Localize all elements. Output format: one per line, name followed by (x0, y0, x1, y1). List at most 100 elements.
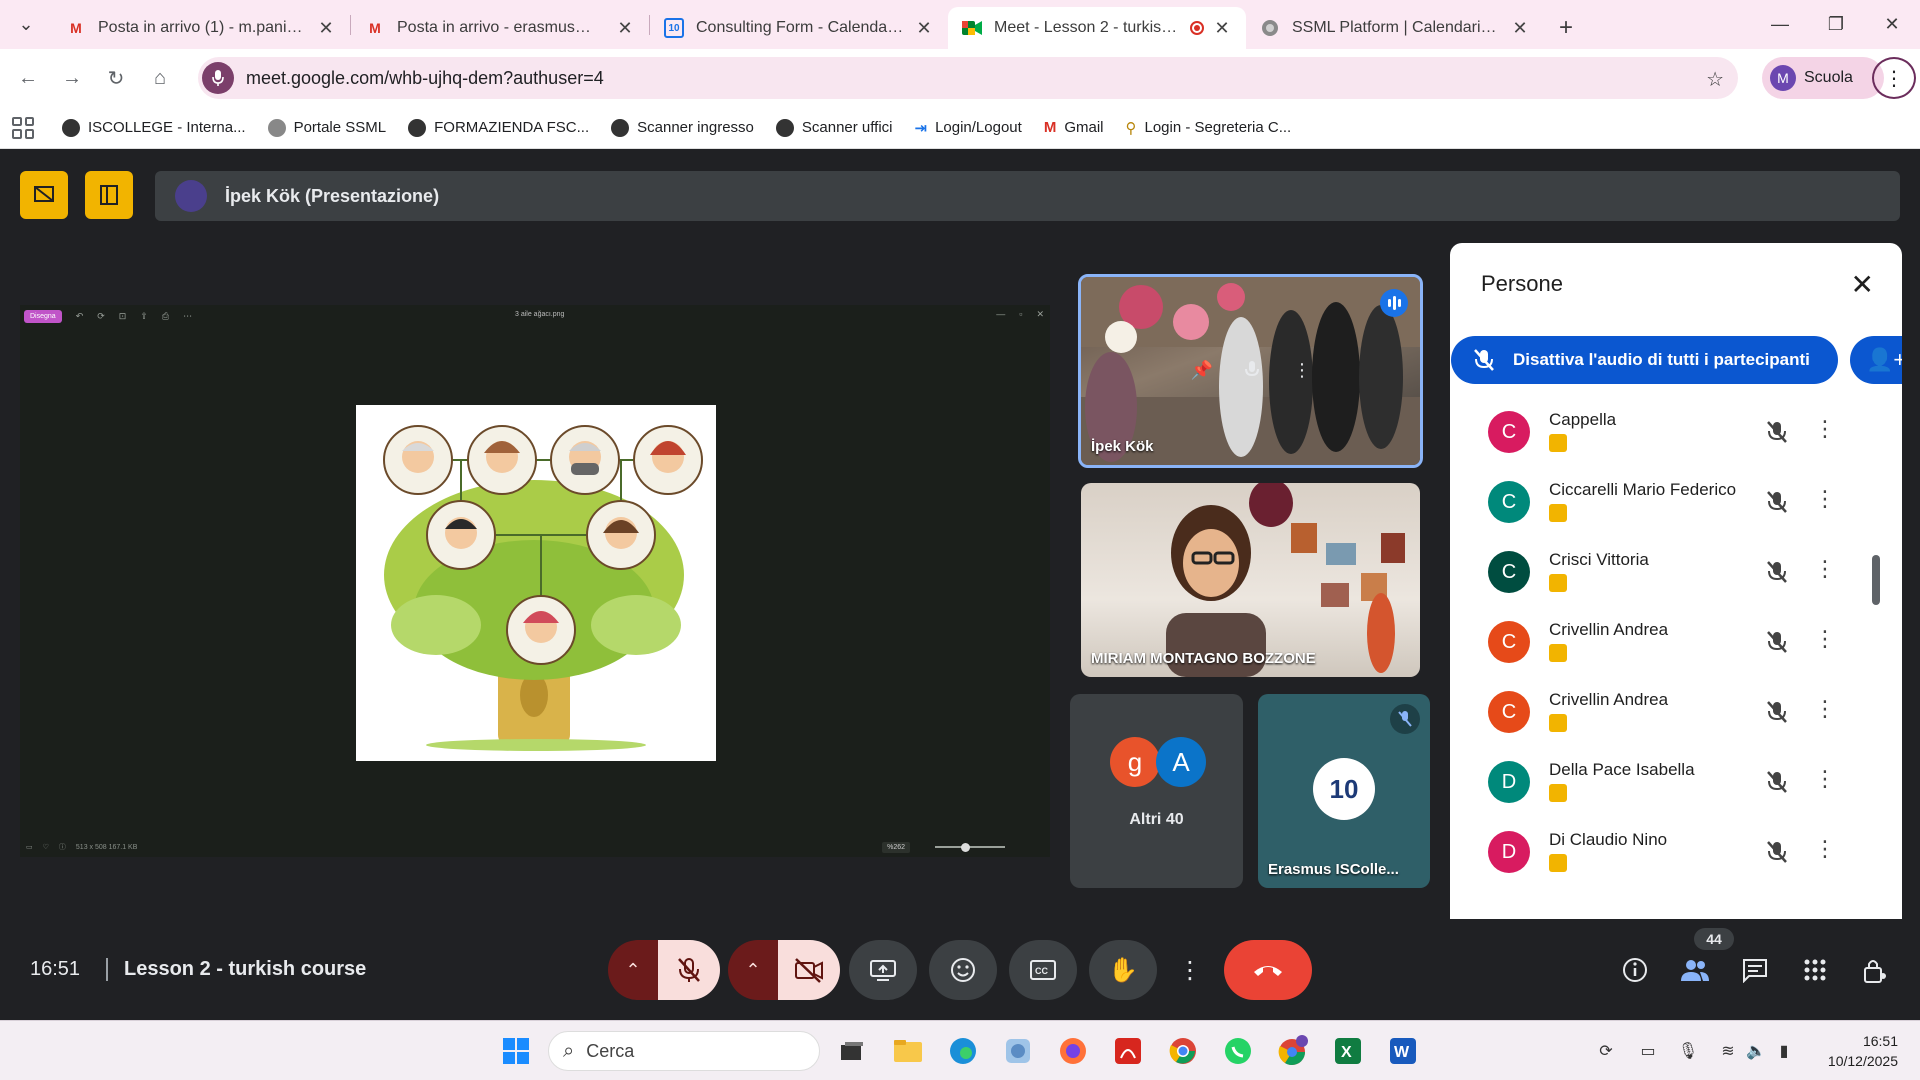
tab-ssml[interactable]: SSML Platform | Calendario Lezioni ✕ (1246, 7, 1544, 49)
battery-icon[interactable]: ▮ (1772, 1039, 1796, 1063)
activities-button[interactable] (1795, 950, 1835, 990)
camera-toggle-button[interactable] (778, 940, 840, 1000)
bookmark-item[interactable]: M Gmail (1044, 119, 1104, 136)
restore-icon[interactable]: ❐ (1808, 0, 1864, 49)
audio-options-button[interactable]: ⌃ (608, 940, 658, 1000)
excel-icon[interactable]: X (1330, 1033, 1366, 1069)
minimize-icon[interactable]: — (1752, 0, 1808, 49)
close-icon[interactable]: ✕ (1510, 18, 1530, 39)
bookmark-item[interactable]: ISCOLLEGE - Interna... (62, 118, 246, 137)
reload-button[interactable]: ↻ (94, 58, 138, 98)
list-item[interactable]: C Crisci Vittoria ⋮ (1450, 538, 1870, 608)
whatsapp-icon[interactable] (1220, 1033, 1256, 1069)
mic-off-icon[interactable] (1763, 418, 1791, 446)
system-clock[interactable]: 16:51 10/12/2025 (1828, 1031, 1898, 1071)
layout-button[interactable] (85, 171, 133, 219)
more-options-icon[interactable]: ⋮ (1814, 696, 1836, 722)
file-explorer-icon[interactable] (890, 1033, 926, 1069)
close-icon[interactable]: ✕ (316, 18, 336, 39)
word-icon[interactable]: W (1385, 1033, 1421, 1069)
bookmark-item[interactable]: Scanner ingresso (611, 118, 754, 137)
people-button[interactable] (1675, 950, 1715, 990)
scrollbar-thumb[interactable] (1872, 555, 1880, 605)
microphone-toggle-button[interactable] (658, 940, 720, 1000)
task-view-icon[interactable] (834, 1033, 870, 1069)
bookmark-item[interactable]: ⇥ Login/Logout (914, 119, 1021, 137)
list-item[interactable]: D Di Claudio Nino ⋮ (1450, 818, 1870, 888)
captions-button[interactable]: CC (1009, 940, 1077, 1000)
close-icon[interactable]: ✕ (1212, 18, 1232, 39)
raise-hand-button[interactable]: ✋ (1089, 940, 1157, 1000)
list-item[interactable]: C Crivellin Andrea ⋮ (1450, 608, 1870, 678)
close-icon[interactable]: ✕ (914, 18, 934, 39)
mic-off-icon[interactable] (1763, 768, 1791, 796)
bookmark-item[interactable]: ⚲ Login - Segreteria C... (1125, 119, 1291, 137)
start-button[interactable] (498, 1033, 534, 1069)
list-item[interactable]: C Crivellin Andrea ⋮ (1450, 678, 1870, 748)
close-icon[interactable]: ✕ (615, 18, 635, 39)
list-item[interactable]: C Cappella ⋮ (1450, 398, 1870, 468)
participant-tile-speaker[interactable]: 📌 ⋮ İpek Kök (1078, 274, 1423, 468)
browser-menu-button[interactable]: ⋮ (1872, 57, 1916, 99)
edge-icon[interactable] (945, 1033, 981, 1069)
others-tile[interactable]: g A Altri 40 (1070, 694, 1243, 888)
more-options-icon[interactable]: ⋮ (1814, 486, 1836, 512)
bookmark-star-icon[interactable]: ☆ (1706, 67, 1724, 92)
microphone-icon[interactable] (1241, 357, 1263, 383)
address-bar[interactable]: meet.google.com/whb-ujhq-dem?authuser=4 … (198, 57, 1738, 99)
more-options-button[interactable]: ⋮ (1170, 940, 1210, 1000)
taskbar-search[interactable]: ⌕ Cerca (548, 1031, 820, 1071)
back-button[interactable]: ← (6, 58, 50, 98)
acrobat-icon[interactable] (1110, 1033, 1146, 1069)
mute-all-button[interactable]: Disattiva l'audio di tutti i partecipant… (1451, 336, 1838, 384)
host-controls-button[interactable] (1855, 950, 1895, 990)
wifi-icon[interactable]: ≋ (1716, 1039, 1740, 1063)
chrome-icon[interactable] (1165, 1033, 1201, 1069)
volume-icon[interactable]: 🔈 (1744, 1039, 1768, 1063)
more-options-icon[interactable]: ⋮ (1814, 836, 1836, 862)
participant-tile[interactable]: MIRIAM MONTAGNO BOZZONE (1081, 483, 1420, 677)
tab-calendar[interactable]: 10 Consulting Form - Calendario - ✕ (650, 7, 948, 49)
forward-button[interactable]: → (50, 58, 94, 98)
list-item[interactable]: C Ciccarelli Mario Federico ⋮ (1450, 468, 1870, 538)
sync-icon[interactable]: ⟳ (1594, 1039, 1618, 1063)
mic-off-icon[interactable] (1763, 488, 1791, 516)
bookmark-item[interactable]: FORMAZIENDA FSC... (408, 118, 589, 137)
stop-presenting-button[interactable] (20, 171, 68, 219)
tab-search-button[interactable]: ⌄ (0, 0, 52, 49)
apps-grid-icon[interactable] (12, 116, 34, 139)
mic-off-icon[interactable] (1763, 838, 1791, 866)
new-tab-button[interactable]: + (1544, 7, 1588, 49)
bookmark-item[interactable]: Scanner uffici (775, 118, 892, 137)
meeting-info-button[interactable] (1615, 950, 1655, 990)
mic-off-icon[interactable] (1763, 558, 1791, 586)
close-window-icon[interactable]: ✕ (1864, 0, 1920, 49)
present-screen-button[interactable] (849, 940, 917, 1000)
tab-gmail-1[interactable]: M Posta in arrivo (1) - m.panichella ✕ (52, 7, 350, 49)
pin-icon[interactable]: 📌 (1191, 357, 1213, 383)
add-people-button[interactable]: 👤+ (1850, 336, 1902, 384)
mic-off-icon[interactable] (1763, 698, 1791, 726)
mic-off-icon[interactable] (1763, 628, 1791, 656)
home-button[interactable]: ⌂ (138, 58, 182, 98)
close-icon[interactable]: ✕ (1851, 268, 1874, 301)
more-options-icon[interactable]: ⋮ (1291, 357, 1313, 383)
more-options-icon[interactable]: ⋮ (1814, 556, 1836, 582)
chrome-profile-icon[interactable] (1275, 1033, 1311, 1069)
chat-button[interactable] (1735, 950, 1775, 990)
microphone-active-icon[interactable] (202, 62, 234, 94)
tab-meet[interactable]: Meet - Lesson 2 - turkish course ✕ (948, 7, 1246, 49)
more-options-icon[interactable]: ⋮ (1814, 766, 1836, 792)
app-icon[interactable] (1000, 1033, 1036, 1069)
video-options-button[interactable]: ⌃ (728, 940, 778, 1000)
tab-gmail-2[interactable]: M Posta in arrivo - erasmus@iscollege ✕ (351, 7, 649, 49)
display-icon[interactable]: ▭ (1636, 1039, 1660, 1063)
microphone-icon[interactable]: 🎙 (1676, 1039, 1700, 1063)
reactions-button[interactable] (929, 940, 997, 1000)
list-item[interactable]: D Della Pace Isabella ⋮ (1450, 748, 1870, 818)
firefox-icon[interactable] (1055, 1033, 1091, 1069)
more-options-icon[interactable]: ⋮ (1814, 626, 1836, 652)
participant-tile[interactable]: 10 Erasmus ISColle... (1258, 694, 1430, 888)
leave-call-button[interactable] (1224, 940, 1312, 1000)
bookmark-item[interactable]: Portale SSML (267, 118, 386, 137)
